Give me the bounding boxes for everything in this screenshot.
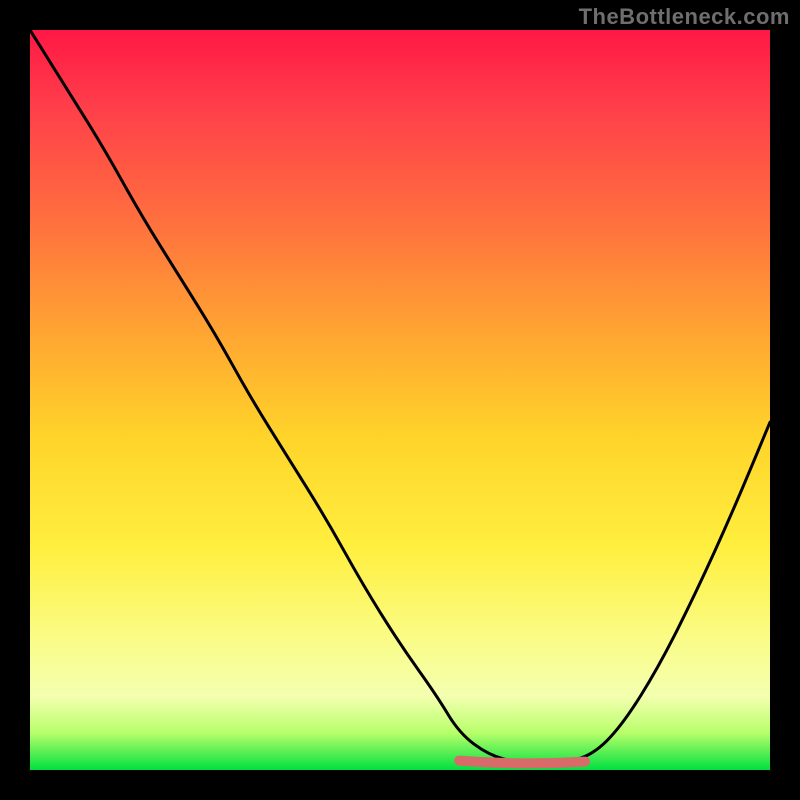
chart-frame: TheBottleneck.com: [0, 0, 800, 800]
bottleneck-curve-svg: [30, 30, 770, 770]
flat-bottom-highlight-path: [459, 761, 585, 764]
bottleneck-curve-path: [30, 30, 770, 763]
watermark-text: TheBottleneck.com: [579, 4, 790, 30]
